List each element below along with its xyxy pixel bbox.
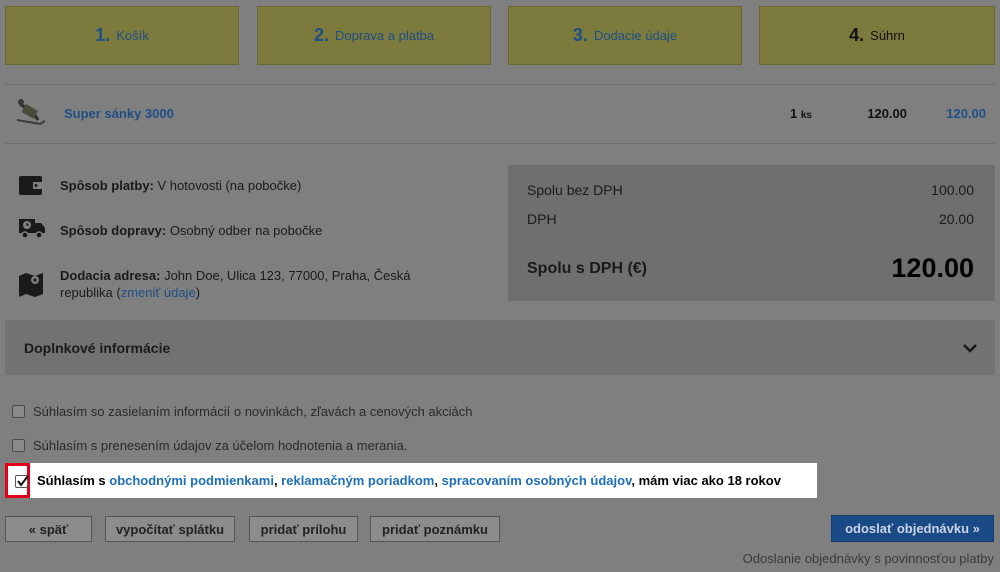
submit-order-button[interactable]: odoslať objednávku » — [831, 515, 994, 542]
product-name-link[interactable]: Super sánky 3000 — [64, 106, 174, 121]
product-unit-price: 120.00 — [867, 106, 907, 121]
submit-order-note: Odoslanie objednávky s povinnosťou platb… — [742, 551, 994, 566]
checkout-steps: 1. Košík 2. Doprava a platba 3. Dodacie … — [5, 6, 995, 65]
add-note-button[interactable]: pridať poznámku — [370, 516, 500, 542]
step-number: 3. — [572, 25, 588, 45]
step-number: 4. — [849, 25, 865, 45]
wallet-icon — [18, 173, 46, 199]
chevron-down-icon[interactable] — [961, 339, 979, 357]
analytics-consent-label[interactable]: Súhlasím s prenesením údajov za účelom h… — [33, 438, 407, 453]
step-delivery-details[interactable]: 3. Dodacie údaje — [508, 6, 742, 65]
step-label: Doprava a platba — [335, 28, 435, 43]
terms-checkbox[interactable] — [15, 475, 29, 488]
step-summary: 4. Súhrn — [759, 6, 995, 65]
accordion-title: Doplnkové informácie — [24, 340, 171, 356]
privacy-link[interactable]: spracovaním osobných údajov — [442, 473, 632, 488]
map-pin-icon — [18, 270, 46, 297]
change-address-link[interactable]: zmeniť údaje — [121, 285, 196, 300]
payment-method-info: Spôsob platby: V hotovosti (na pobočke) — [18, 173, 438, 199]
delivery-address-info: Dodacia adresa: John Doe, Ulica 123, 770… — [18, 267, 438, 301]
step-cart[interactable]: 1. Košík — [5, 6, 239, 65]
step-number: 2. — [313, 25, 329, 45]
step-shipping-payment[interactable]: 2. Doprava a platba — [257, 6, 491, 65]
terms-consent-label[interactable]: Súhlasím s obchodnými podmienkami, rekla… — [37, 473, 781, 488]
calculate-installment-button[interactable]: vypočítať splátku — [105, 516, 235, 542]
total-net-row: Spolu bez DPH 100.00 — [527, 182, 974, 198]
divider — [5, 84, 995, 85]
step-label: Súhrn — [870, 28, 905, 43]
shipping-method-info: Spôsob dopravy: Osobný odber na pobočke — [18, 215, 438, 241]
back-button[interactable]: « späť — [5, 516, 92, 542]
product-total-price: 120.00 — [946, 106, 986, 121]
total-gross-row: Spolu s DPH (€) 120.00 — [527, 253, 974, 283]
total-vat-row: DPH 20.00 — [527, 211, 974, 227]
sled-product-image[interactable] — [14, 94, 48, 130]
analytics-consent: Súhlasím s prenesením údajov za účelom h… — [12, 438, 407, 453]
add-attachment-button[interactable]: pridať prílohu — [249, 516, 358, 542]
terms-link[interactable]: obchodnými podmienkami — [109, 473, 274, 488]
terms-checkbox-highlight — [5, 463, 30, 498]
step-label: Dodacie údaje — [593, 28, 678, 43]
analytics-checkbox[interactable] — [12, 439, 25, 452]
newsletter-consent: Súhlasím so zasielaním informácií o novi… — [12, 404, 473, 419]
step-number: 1. — [95, 25, 111, 45]
additional-info-accordion[interactable]: Doplnkové informácie — [5, 320, 995, 375]
complaints-link[interactable]: reklamačným poriadkom — [281, 473, 434, 488]
step-label: Košík — [116, 28, 149, 43]
product-quantity: 1 ks — [790, 106, 812, 121]
terms-consent: Súhlasím s obchodnými podmienkami, rekla… — [5, 463, 817, 498]
newsletter-consent-label[interactable]: Súhlasím so zasielaním informácií o novi… — [33, 404, 473, 419]
order-totals: Spolu bez DPH 100.00 DPH 20.00 Spolu s DPH… — [508, 165, 995, 301]
delivery-truck-icon — [18, 215, 46, 241]
divider — [5, 143, 995, 144]
newsletter-checkbox[interactable] — [12, 405, 25, 418]
